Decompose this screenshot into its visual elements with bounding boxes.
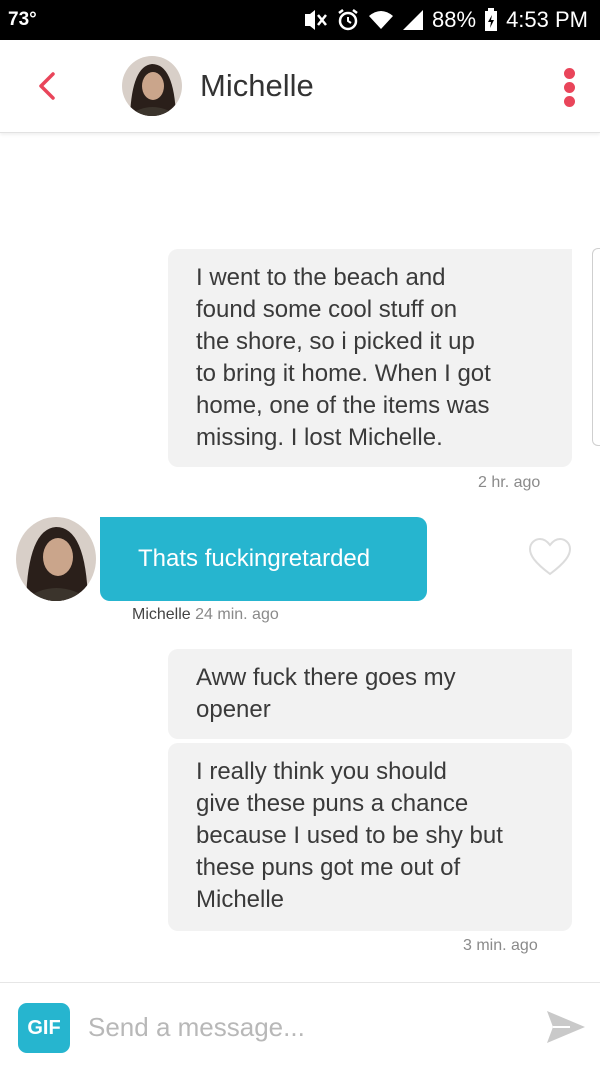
message-composer: GIF [0,982,600,1068]
message-meta: Michelle 24 min. ago [132,606,279,624]
message-line: these puns got me out of [196,854,461,881]
message-line: give these puns a chance [196,790,469,817]
send-arrow-icon[interactable] [544,1005,588,1049]
message-line: found some cool stuff on [196,296,458,323]
chevron-left-icon[interactable] [30,68,66,104]
message-line: Michelle [196,886,285,913]
battery-percent: 88% [432,7,477,32]
message-text: Thats fuckingretarded [138,545,371,572]
message-line: Aww fuck there goes my [196,664,456,691]
message-timestamp: 24 min. ago [195,606,279,623]
sender-name: Michelle [132,606,191,623]
battery-icon [485,8,498,31]
status-icons: 88% 4:53 PM [302,6,588,34]
message-line: because I used to be shy but [196,822,503,849]
message-line: I went to the beach and [196,264,446,291]
outgoing-message-bubble[interactable]: Aww fuck there goes my opener [168,649,572,739]
wifi-icon [369,11,394,29]
outgoing-message-bubble[interactable]: I really think you should give these pun… [168,743,572,931]
sender-avatar[interactable] [16,517,96,601]
contact-avatar[interactable] [122,56,182,116]
gif-button[interactable]: GIF [18,1003,70,1053]
kebab-menu-icon[interactable] [558,64,582,110]
message-line: I really think you should [196,758,447,785]
alarm-icon [338,9,358,31]
weather-temperature: 73° [8,9,37,30]
message-line: the shore, so i picked it up [196,328,475,355]
message-line: opener [196,696,271,723]
message-input[interactable] [88,1003,508,1051]
message-line: to bring it home. When I got [196,360,491,387]
clock-time: 4:53 PM [506,7,588,32]
mute-vibrate-icon [305,10,327,30]
message-line: missing. I lost Michelle. [196,424,443,451]
message-timestamp: 2 hr. ago [478,474,541,491]
side-panel-edge [592,248,600,446]
chat-header: Michelle [0,40,600,133]
message-timestamp: 3 min. ago [463,937,538,954]
heart-outline-icon[interactable] [528,537,572,577]
outgoing-message-bubble[interactable]: I went to the beach and found some cool … [168,249,572,467]
incoming-message-bubble[interactable]: Thats fuckingretarded [100,517,427,601]
contact-name[interactable]: Michelle [200,68,314,104]
signal-icon [403,10,424,30]
status-bar: 73° 88% 4:53 PM [0,0,600,40]
message-line: home, one of the items was [196,392,490,419]
